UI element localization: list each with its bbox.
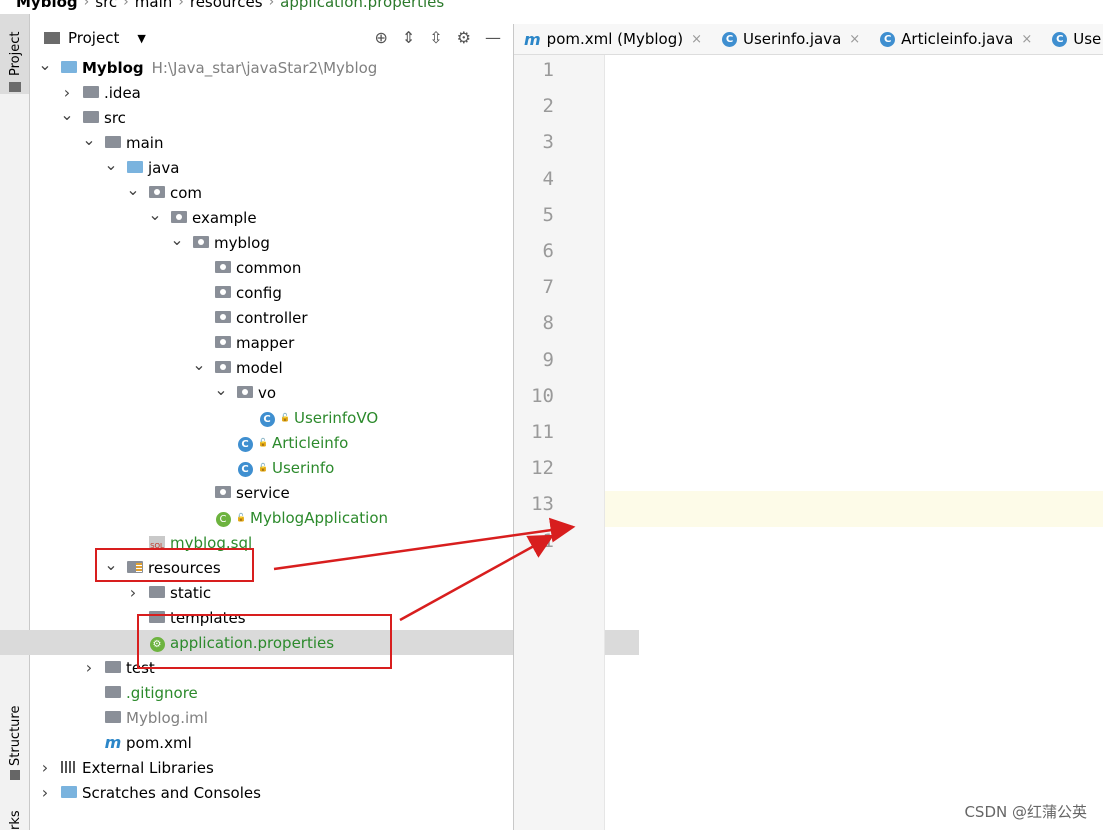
annotation-arrows: [273, 517, 576, 622]
watermark: CSDN @红蒲公英: [964, 803, 1087, 821]
